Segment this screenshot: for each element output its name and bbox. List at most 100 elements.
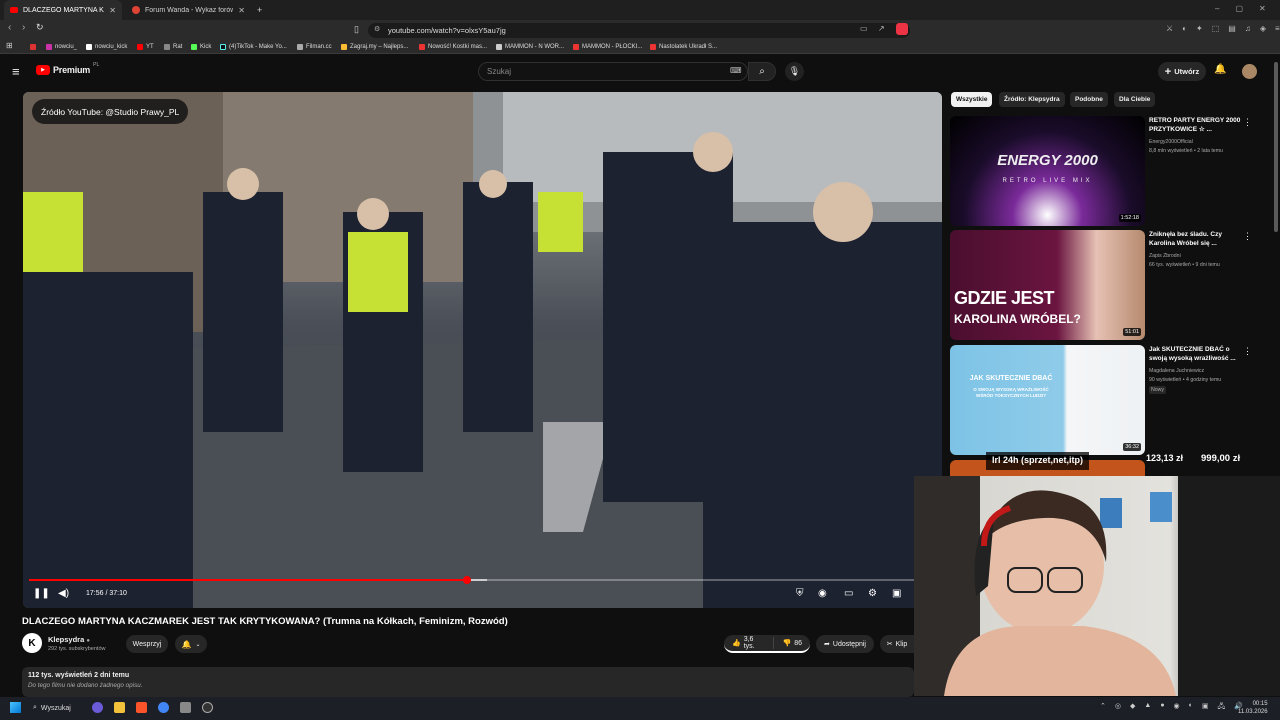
- maximize-icon[interactable]: ▢: [1235, 4, 1243, 13]
- taskbar-search[interactable]: ⌕ Wyszukaj: [33, 700, 81, 716]
- bookmark-item[interactable]: MAMMON - N WOR...: [496, 40, 564, 54]
- subtitles-icon[interactable]: ▭: [844, 588, 853, 599]
- recommendation-channel[interactable]: Magdalena Juchniewicz: [1149, 368, 1204, 374]
- tray-app-icon[interactable]: ◐: [1189, 702, 1193, 713]
- bookmark-item[interactable]: YT: [137, 40, 154, 54]
- search-input[interactable]: Szukaj: [478, 62, 748, 81]
- like-button[interactable]: 👍 3,6 tys.: [724, 636, 775, 650]
- search-button[interactable]: ⌕: [748, 62, 776, 81]
- autoplay-toggle-icon[interactable]: ◉: [818, 588, 827, 599]
- bookmark-item[interactable]: Nastolatek Ukradł S...: [650, 40, 717, 54]
- extension-icon[interactable]: ✦: [1196, 24, 1203, 33]
- url-field[interactable]: youtube.com/watch?v=olxsY5au7jg: [368, 23, 910, 38]
- bookmark-item[interactable]: nowciu_kick: [86, 40, 127, 54]
- notifications-bell-icon[interactable]: 🔔: [1214, 64, 1226, 75]
- minimize-icon[interactable]: –: [1215, 4, 1219, 13]
- bookmark-item[interactable]: Rat: [164, 40, 182, 54]
- recommendation-thumbnail[interactable]: JAK SKUTECZNIE DBAĆ O SWOJĄ WYSOKĄ WRAŻL…: [950, 345, 1145, 455]
- bookmark-item[interactable]: Filman.cc: [297, 40, 332, 54]
- taskbar-clock[interactable]: 00:15 11.03.2026: [1238, 700, 1268, 716]
- recommendation-thumbnail[interactable]: GDZIE JEST KAROLINA WRÓBEL? 51:01: [950, 230, 1145, 340]
- wallet-icon[interactable]: ◈: [1260, 24, 1266, 33]
- brave-browser-icon[interactable]: [136, 702, 147, 713]
- app-icon[interactable]: [180, 702, 191, 713]
- tray-app-icon[interactable]: ◎: [1115, 702, 1121, 713]
- share-page-icon[interactable]: ↗: [878, 24, 885, 33]
- bookmark-item[interactable]: Zagraj.my – Najleps...: [341, 40, 408, 54]
- close-window-icon[interactable]: ✕: [1259, 4, 1266, 13]
- page-scrollbar[interactable]: [1274, 62, 1278, 232]
- recommendation-channel[interactable]: Zapis Zbrodni: [1149, 253, 1181, 259]
- description-box[interactable]: [22, 667, 914, 697]
- close-tab-icon[interactable]: ✕: [109, 6, 116, 15]
- video-player[interactable]: [23, 92, 942, 608]
- cast-icon[interactable]: ▭: [860, 24, 868, 33]
- chip-source[interactable]: Źródło: Klepsydra: [999, 92, 1065, 107]
- chip-similar[interactable]: Podobne: [1070, 92, 1108, 107]
- bookmark-item[interactable]: MAMMON - PŁOCKI...: [573, 40, 642, 54]
- autoplay-shield-icon[interactable]: ⛨: [796, 588, 804, 599]
- more-options-icon[interactable]: ⋮: [1243, 346, 1252, 357]
- sidebar-icon[interactable]: ▤: [1228, 24, 1236, 33]
- menu-icon[interactable]: ≡: [1275, 24, 1280, 33]
- subscription-bell-button[interactable]: 🔔 ⌄: [175, 635, 207, 653]
- obs-icon[interactable]: [202, 702, 213, 713]
- support-button[interactable]: Wesprzyj: [126, 635, 168, 653]
- miniplayer-icon[interactable]: ▣: [892, 588, 901, 599]
- extension-icon[interactable]: ⚔: [1166, 24, 1173, 33]
- file-explorer-icon[interactable]: [114, 702, 125, 713]
- forward-icon[interactable]: ›: [22, 22, 25, 33]
- music-icon[interactable]: ♫: [1245, 24, 1251, 33]
- reload-icon[interactable]: ↻: [36, 22, 44, 33]
- dislike-button[interactable]: 👎 86: [774, 639, 810, 648]
- bookmark-item[interactable]: [30, 40, 36, 54]
- close-tab-icon[interactable]: ✕: [238, 6, 245, 15]
- brave-shield-icon[interactable]: [896, 23, 908, 35]
- recommendation-title[interactable]: Zniknęła bez śladu. Czy Karolina Wróbel …: [1149, 231, 1241, 248]
- bookmark-icon[interactable]: ▯: [354, 24, 359, 35]
- puzzle-icon[interactable]: ⬚: [1212, 24, 1220, 33]
- chip-for-you[interactable]: Dla Ciebie: [1114, 92, 1156, 107]
- recommendation-title[interactable]: Jak SKUTECZNIE DBAĆ o swoją wysoką wrażl…: [1149, 346, 1241, 363]
- recommendation-title[interactable]: RETRO PARTY ENERGY 2000 PRZYTKOWICE ☆ ..…: [1149, 117, 1241, 134]
- site-info-icon[interactable]: ⚙: [374, 25, 380, 33]
- more-options-icon[interactable]: ⋮: [1243, 231, 1252, 242]
- tray-app-icon[interactable]: ◉: [1174, 702, 1180, 713]
- apps-grid-icon[interactable]: ⊞: [6, 41, 13, 50]
- tray-app-icon[interactable]: ◆: [1130, 702, 1135, 713]
- tab-forum[interactable]: Forum Wanda - Wykaz forów ✕: [126, 0, 251, 20]
- tray-app-icon[interactable]: ●: [1160, 702, 1164, 713]
- bookmark-item[interactable]: nowciu_: [46, 40, 77, 54]
- volume-icon[interactable]: ◀): [58, 588, 69, 599]
- recommendation-thumbnail[interactable]: ENERGY 2000 RETRO LIVE MIX 1:52:18: [950, 116, 1145, 226]
- youtube-logo[interactable]: ▶ Premium PL: [36, 62, 99, 75]
- back-icon[interactable]: ‹: [8, 22, 11, 33]
- share-button[interactable]: ➦ Udostępnij: [816, 635, 874, 653]
- discord-icon[interactable]: [92, 702, 103, 713]
- settings-gear-icon[interactable]: ⚙: [868, 588, 877, 599]
- clip-button[interactable]: ✂ Klip: [880, 635, 914, 653]
- hamburger-menu-icon[interactable]: ≡: [12, 64, 20, 79]
- recommendation-channel[interactable]: Energy2000Official: [1149, 139, 1193, 145]
- more-options-icon[interactable]: ⋮: [1243, 117, 1252, 128]
- extension-icon[interactable]: ◐: [1182, 24, 1187, 33]
- bookmark-item[interactable]: (4)TikTok - Make Yo...: [220, 40, 287, 54]
- tray-chevron-icon[interactable]: ⌃: [1100, 702, 1106, 713]
- tab-youtube[interactable]: DLACZEGO MARTYNA KACZ... ✕: [4, 0, 122, 20]
- tray-app-icon[interactable]: ▣: [1202, 702, 1209, 713]
- channel-avatar[interactable]: K: [22, 633, 42, 653]
- voice-search-button[interactable]: 🎙: [785, 62, 804, 81]
- windows-start-icon[interactable]: [10, 702, 21, 713]
- avatar[interactable]: [1242, 64, 1257, 79]
- network-icon[interactable]: 🖧: [1218, 702, 1226, 713]
- tray-app-icon[interactable]: ▲: [1144, 702, 1151, 713]
- channel-name[interactable]: Klepsydra ●: [48, 635, 90, 644]
- keyboard-icon[interactable]: ⌨: [730, 66, 742, 75]
- bookmark-item[interactable]: Kick: [191, 40, 211, 54]
- bookmark-item[interactable]: Nowość! Kostki mas...: [419, 40, 487, 54]
- chip-all[interactable]: Wszystkie: [951, 92, 993, 107]
- pause-icon[interactable]: ❚❚: [33, 588, 50, 599]
- new-tab-button[interactable]: +: [251, 0, 268, 20]
- chrome-icon[interactable]: [158, 702, 169, 713]
- create-button[interactable]: + Utwórz: [1158, 62, 1206, 81]
